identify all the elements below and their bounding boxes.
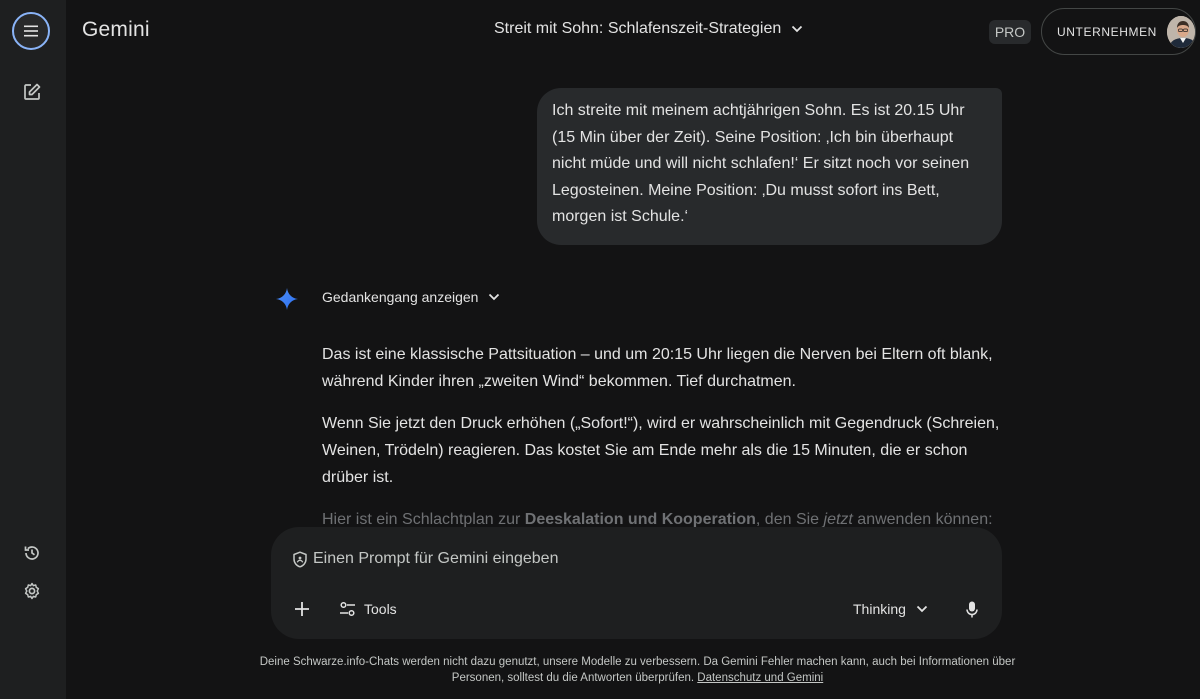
new-chat-icon	[24, 83, 41, 100]
gemini-spark-icon	[276, 288, 298, 310]
settings-icon	[24, 582, 40, 600]
history-icon	[24, 546, 39, 560]
account-button[interactable]: UNTERNEHMEN	[1041, 8, 1196, 55]
chat-title: Streit mit Sohn: Schlafenszeit-Strategie…	[494, 20, 782, 37]
chat-title-dropdown[interactable]: Streit mit Sohn: Schlafenszeit-Strategie…	[494, 20, 803, 38]
tools-button[interactable]: Tools	[339, 597, 397, 621]
shield-icon	[293, 551, 307, 568]
disclaimer-text: Deine Schwarze.info-Chats werden nicht d…	[259, 656, 1016, 684]
privacy-link[interactable]: Datenschutz und Gemini	[697, 672, 823, 684]
model-label: Thinking	[853, 601, 906, 617]
gemini-app: Gemini Streit mit Sohn: Schlafenszeit-St…	[0, 0, 1200, 699]
chevron-down-icon	[489, 293, 500, 301]
avatar	[1166, 15, 1195, 48]
menu-icon	[24, 25, 38, 37]
main-menu-button[interactable]	[12, 12, 50, 50]
add-attachment-button[interactable]	[291, 598, 313, 620]
response-paragraph: Wenn Sie jetzt den Druck erhöhen („Sofor…	[322, 415, 1000, 486]
show-thinking-toggle[interactable]: Gedankengang anzeigen	[322, 289, 500, 305]
tools-icon	[340, 601, 355, 617]
prompt-input[interactable]	[313, 547, 833, 571]
brand-title[interactable]: Gemini	[82, 18, 150, 42]
show-thinking-label: Gedankengang anzeigen	[322, 289, 479, 305]
chevron-down-icon	[916, 605, 928, 613]
new-chat-button[interactable]	[19, 79, 45, 105]
microphone-button[interactable]	[961, 597, 983, 621]
prompt-box: Tools Thinking	[271, 527, 1002, 639]
pro-badge[interactable]: PRO	[989, 20, 1031, 44]
model-selector[interactable]: Thinking	[853, 597, 928, 621]
response-paragraph: Das ist eine klassische Pattsituation – …	[322, 346, 993, 390]
chevron-down-icon	[792, 25, 803, 33]
sidebar	[0, 0, 66, 699]
user-message: Ich streite mit meinem achtjährigen Sohn…	[537, 88, 1002, 245]
microphone-icon	[966, 601, 978, 617]
account-label: UNTERNEHMEN	[1057, 24, 1157, 39]
settings-button[interactable]	[19, 578, 45, 604]
tools-label: Tools	[364, 601, 397, 617]
history-button[interactable]	[19, 540, 45, 566]
plus-icon	[295, 602, 309, 616]
disclaimer-footer: Deine Schwarze.info-Chats werden nicht d…	[240, 654, 1035, 686]
